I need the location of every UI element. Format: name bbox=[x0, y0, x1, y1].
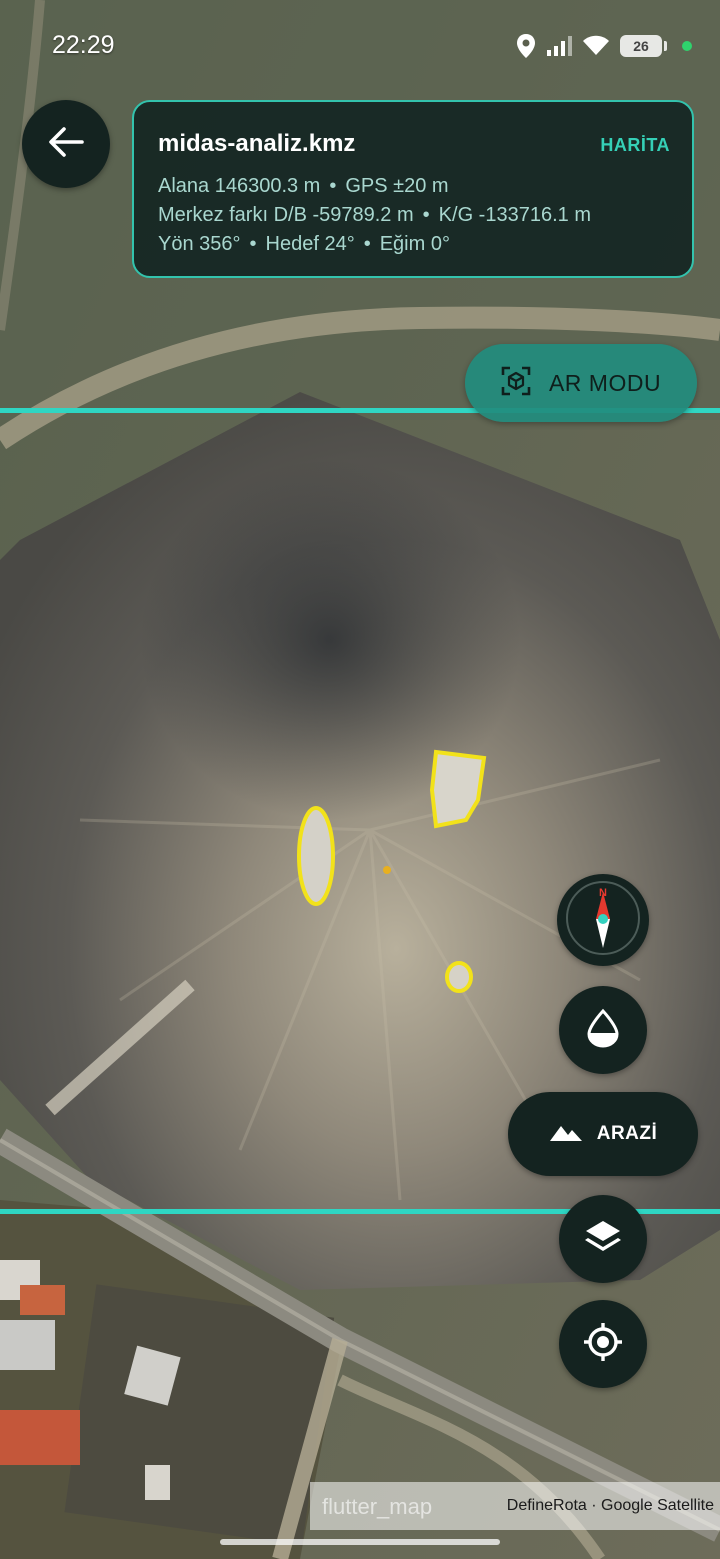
status-icons: 26 bbox=[516, 30, 692, 62]
attribution-text: DefineRota · Google Satellite bbox=[506, 1497, 714, 1514]
info-line-2: Merkez farkı D/B -59789.2 m • K/G -133716.… bbox=[158, 204, 591, 226]
gps-accuracy: GPS ±20 m bbox=[345, 175, 449, 197]
terrain-label: ARAZİ bbox=[596, 1123, 658, 1144]
file-name: midas-analiz.kmz bbox=[158, 130, 356, 157]
back-button[interactable] bbox=[22, 100, 110, 188]
battery-icon: 26 bbox=[620, 35, 667, 57]
water-drop-button[interactable] bbox=[559, 986, 647, 1074]
map-mode-toggle[interactable]: HARİTA bbox=[600, 135, 670, 156]
layers-button[interactable] bbox=[559, 1195, 647, 1283]
status-time: 22:29 bbox=[52, 31, 115, 59]
wifi-icon bbox=[582, 35, 610, 57]
arrow-left-icon bbox=[48, 126, 84, 163]
heading-value: Yön 356° bbox=[158, 233, 241, 255]
layers-icon bbox=[583, 1218, 623, 1261]
ar-mode-button[interactable]: AR MODU bbox=[465, 344, 697, 422]
water-drop-icon bbox=[584, 1008, 622, 1053]
area-value: Alana 146300.3 m bbox=[158, 175, 321, 197]
compass-icon: N bbox=[563, 878, 643, 963]
tilt-value: Eğim 0° bbox=[379, 233, 450, 255]
location-icon bbox=[516, 33, 536, 59]
info-line-3: Yön 356° • Hedef 24° • Eğim 0° bbox=[158, 233, 450, 255]
center-offset-ns: K/G -133716.1 m bbox=[438, 204, 591, 226]
info-line-1: Alana 146300.3 m • GPS ±20 m bbox=[158, 175, 449, 197]
ar-mode-label: AR MODU bbox=[548, 369, 662, 396]
attribution-ghost-text: flutter_map bbox=[322, 1494, 433, 1519]
privacy-dot-icon bbox=[682, 41, 692, 51]
compass-button[interactable]: N bbox=[557, 874, 649, 966]
my-location-button[interactable] bbox=[559, 1300, 647, 1388]
analysis-info-panel: midas-analiz.kmz HARİTA Alana 146300.3 m… bbox=[132, 100, 694, 278]
status-bar: 22:29 26 bbox=[0, 0, 720, 92]
mountain-icon bbox=[549, 1122, 583, 1147]
home-indicator[interactable] bbox=[220, 1539, 500, 1545]
target-value: Hedef 24° bbox=[265, 233, 355, 255]
center-offset-ew: Merkez farkı D/B -59789.2 m bbox=[158, 204, 414, 226]
ar-cube-icon bbox=[501, 366, 531, 401]
battery-level: 26 bbox=[633, 38, 649, 54]
map-screen: 22:29 26 midas-analiz.kmz HARİTA Alana 1… bbox=[0, 0, 720, 1559]
crosshair-icon bbox=[582, 1321, 624, 1368]
signal-icon bbox=[546, 35, 572, 57]
terrain-button[interactable]: ARAZİ bbox=[508, 1092, 698, 1176]
map-attribution[interactable]: flutter_map DefineRota · Google Satellit… bbox=[310, 1482, 720, 1530]
